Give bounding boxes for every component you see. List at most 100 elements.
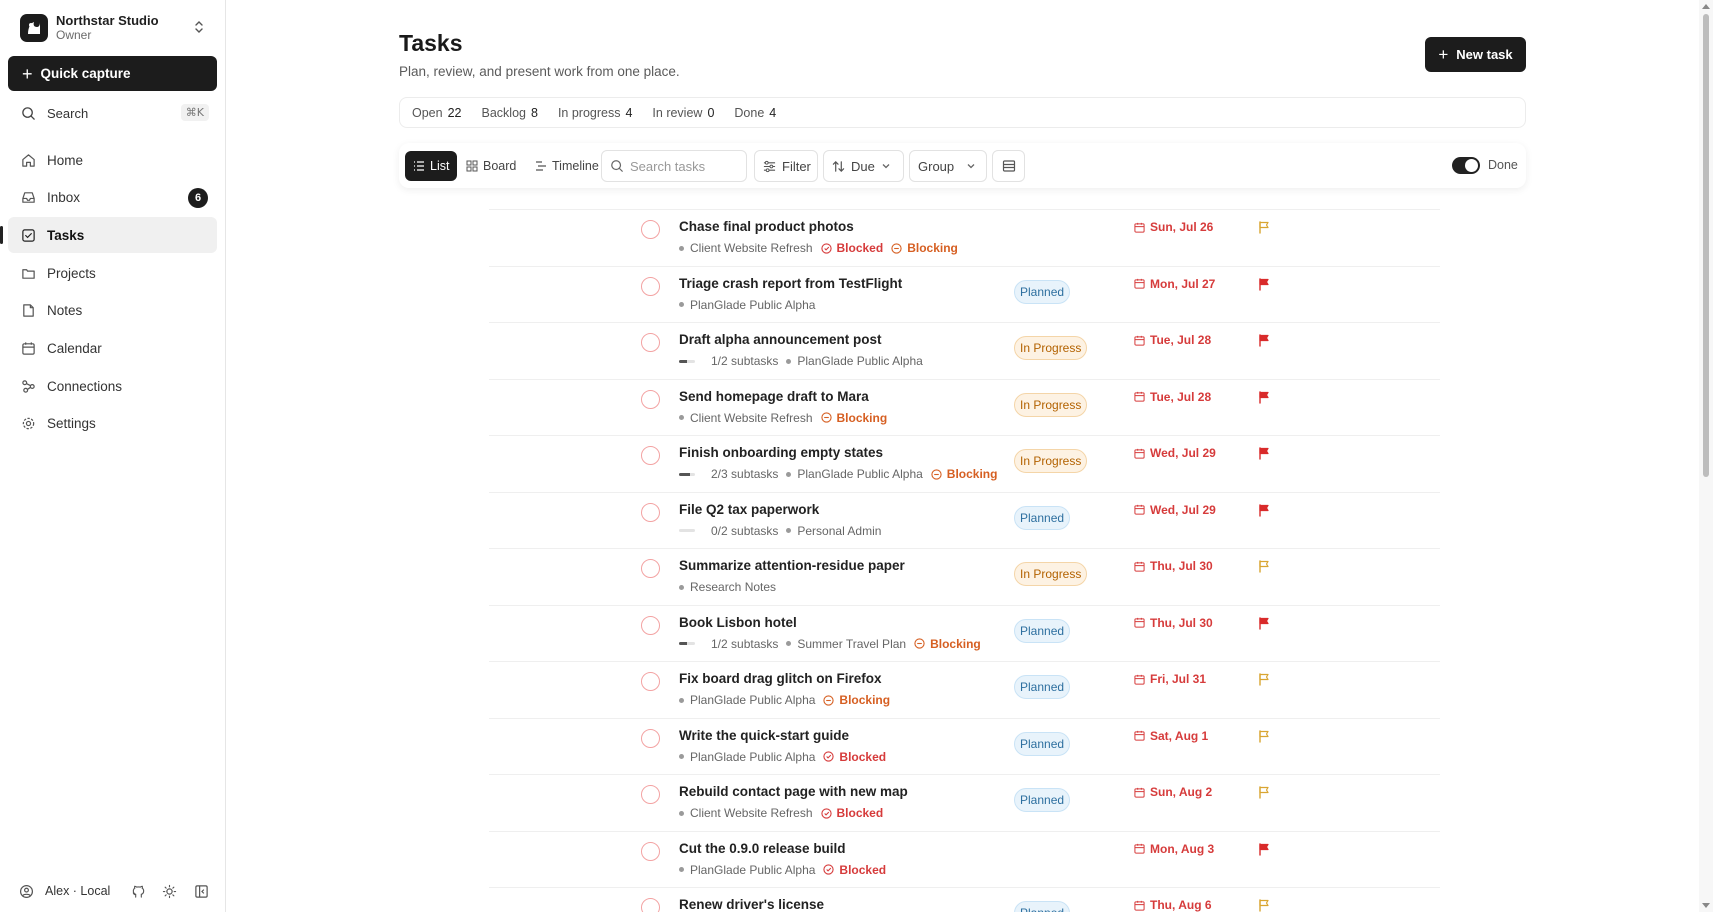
priority-flag-icon[interactable] xyxy=(1257,842,1271,856)
due-date[interactable]: Sun, Jul 26 xyxy=(1134,220,1213,234)
task-checkbox[interactable] xyxy=(641,502,660,522)
status-badge[interactable]: In Progress xyxy=(1014,392,1088,417)
task-row[interactable]: Triage crash report from TestFlight PlanG… xyxy=(489,265,1440,323)
task-title[interactable]: Finish onboarding empty states xyxy=(679,445,883,460)
status-badge[interactable]: In Progress xyxy=(1014,449,1088,473)
status-badge[interactable]: In Progress xyxy=(1014,562,1088,586)
filter-button[interactable]: Filter xyxy=(754,150,818,182)
priority-flag-icon[interactable] xyxy=(1257,446,1271,460)
task-search-input[interactable]: Search tasks xyxy=(601,150,747,182)
task-title[interactable]: Triage crash report from TestFlight xyxy=(679,276,902,291)
task-checkbox[interactable] xyxy=(641,841,660,861)
sidebar-item-inbox[interactable]: Inbox 6 xyxy=(8,180,217,216)
task-project[interactable]: PlanGlade Public Alpha xyxy=(786,467,923,481)
status-badge[interactable]: In Progress xyxy=(1014,336,1088,360)
sort-select[interactable]: Due xyxy=(823,150,904,182)
scroll-up-arrow[interactable] xyxy=(1702,4,1710,9)
priority-flag-icon[interactable] xyxy=(1257,277,1271,291)
show-done-toggle[interactable] xyxy=(1452,157,1480,174)
task-checkbox[interactable] xyxy=(641,389,660,409)
task-title[interactable]: Renew driver's license xyxy=(679,897,824,912)
sidebar-item-tasks[interactable]: Tasks xyxy=(0,217,217,254)
status-badge[interactable]: Planned xyxy=(1014,279,1071,304)
task-title[interactable]: Summarize attention-residue paper xyxy=(679,558,905,573)
sidebar-item-notes[interactable]: Notes xyxy=(8,293,217,329)
task-checkbox[interactable] xyxy=(641,559,660,578)
priority-flag-icon[interactable] xyxy=(1257,559,1271,573)
priority-flag-icon[interactable] xyxy=(1257,390,1271,404)
due-date[interactable]: Wed, Jul 29 xyxy=(1134,503,1216,517)
task-row[interactable]: Renew driver's license Planned Thu, Aug 6 xyxy=(489,887,1440,912)
status-badge[interactable]: Planned xyxy=(1014,618,1071,643)
task-checkbox[interactable] xyxy=(641,446,660,465)
task-row[interactable]: Rebuild contact page with new map Client … xyxy=(489,774,1440,831)
task-project[interactable]: Personal Admin xyxy=(786,524,881,538)
task-checkbox[interactable] xyxy=(641,898,660,912)
task-row[interactable]: Send homepage draft to Mara Client Websit… xyxy=(489,378,1440,436)
priority-flag-icon[interactable] xyxy=(1257,220,1271,234)
task-row[interactable]: File Q2 tax paperwork 0/2 subtasks Persona… xyxy=(489,491,1440,549)
task-project[interactable]: Summer Travel Plan xyxy=(786,637,906,651)
sun-icon[interactable] xyxy=(160,882,178,900)
github-icon[interactable] xyxy=(129,882,147,900)
task-row[interactable]: Write the quick-start guide PlanGlade Pub… xyxy=(489,717,1440,775)
density-button[interactable] xyxy=(992,150,1025,182)
scroll-thumb[interactable] xyxy=(1703,14,1709,477)
task-checkbox[interactable] xyxy=(641,615,660,635)
priority-flag-icon[interactable] xyxy=(1257,672,1271,686)
sidebar-search[interactable]: Search ⌘K xyxy=(8,100,217,126)
task-row[interactable]: Finish onboarding empty states 2/3 subtas… xyxy=(489,435,1440,492)
task-checkbox[interactable] xyxy=(641,785,660,804)
task-project[interactable]: Client Website Refresh xyxy=(679,241,813,255)
due-date[interactable]: Tue, Jul 28 xyxy=(1134,390,1211,404)
stat-done[interactable]: Done 4 xyxy=(734,106,776,120)
sidebar-item-projects[interactable]: Projects xyxy=(8,255,217,291)
task-title[interactable]: Cut the 0.9.0 release build xyxy=(679,841,846,856)
task-row[interactable]: Draft alpha announcement post 1/2 subtask… xyxy=(489,322,1440,379)
due-date[interactable]: Thu, Aug 6 xyxy=(1134,898,1212,912)
stat-open[interactable]: Open 22 xyxy=(412,106,462,120)
status-badge[interactable]: Planned xyxy=(1014,675,1071,699)
due-date[interactable]: Thu, Jul 30 xyxy=(1134,559,1213,573)
stat-in-review[interactable]: In review 0 xyxy=(652,106,714,120)
task-row[interactable]: Fix board drag glitch on Firefox PlanGlad… xyxy=(489,661,1440,718)
group-select[interactable]: Group xyxy=(909,150,987,182)
priority-flag-icon[interactable] xyxy=(1257,729,1271,743)
due-date[interactable]: Tue, Jul 28 xyxy=(1134,333,1211,347)
priority-flag-icon[interactable] xyxy=(1257,785,1271,799)
collapse-sidebar-icon[interactable] xyxy=(192,882,210,900)
view-list-tab[interactable]: List xyxy=(405,151,458,181)
view-board-tab[interactable]: Board xyxy=(458,151,524,181)
task-checkbox[interactable] xyxy=(641,220,660,239)
task-title[interactable]: Send homepage draft to Mara xyxy=(679,389,869,404)
priority-flag-icon[interactable] xyxy=(1257,616,1271,630)
priority-flag-icon[interactable] xyxy=(1257,898,1271,912)
task-title[interactable]: Draft alpha announcement post xyxy=(679,332,882,347)
user-menu[interactable]: Alex · Local xyxy=(18,883,110,899)
status-badge[interactable]: Planned xyxy=(1014,901,1071,912)
task-title[interactable]: Chase final product photos xyxy=(679,219,854,234)
task-row[interactable]: Chase final product photos Client Website… xyxy=(489,209,1440,266)
task-project[interactable]: PlanGlade Public Alpha xyxy=(679,863,815,877)
task-project[interactable]: Client Website Refresh xyxy=(679,806,813,820)
task-row[interactable]: Cut the 0.9.0 release build PlanGlade Pub… xyxy=(489,830,1440,888)
due-date[interactable]: Sun, Aug 2 xyxy=(1134,785,1212,799)
status-badge[interactable]: Planned xyxy=(1014,731,1071,756)
sidebar-item-settings[interactable]: Settings xyxy=(8,406,217,442)
stat-in-progress[interactable]: In progress 4 xyxy=(558,106,632,120)
priority-flag-icon[interactable] xyxy=(1257,333,1271,347)
sidebar-item-connections[interactable]: Connections xyxy=(8,368,217,404)
task-project[interactable]: Research Notes xyxy=(679,580,776,594)
task-row[interactable]: Summarize attention-residue paper Researc… xyxy=(489,548,1440,605)
task-project[interactable]: PlanGlade Public Alpha xyxy=(679,750,815,764)
due-date[interactable]: Sat, Aug 1 xyxy=(1134,729,1208,743)
task-project[interactable]: PlanGlade Public Alpha xyxy=(679,693,815,707)
due-date[interactable]: Mon, Jul 27 xyxy=(1134,277,1215,291)
task-project[interactable]: Client Website Refresh xyxy=(679,411,813,425)
task-checkbox[interactable] xyxy=(641,333,660,352)
workspace-switcher[interactable]: Northstar Studio Owner xyxy=(20,12,216,44)
priority-flag-icon[interactable] xyxy=(1257,503,1271,517)
task-project[interactable]: PlanGlade Public Alpha xyxy=(786,354,923,368)
chevron-up-down-icon[interactable] xyxy=(190,18,208,36)
task-checkbox[interactable] xyxy=(641,276,660,296)
